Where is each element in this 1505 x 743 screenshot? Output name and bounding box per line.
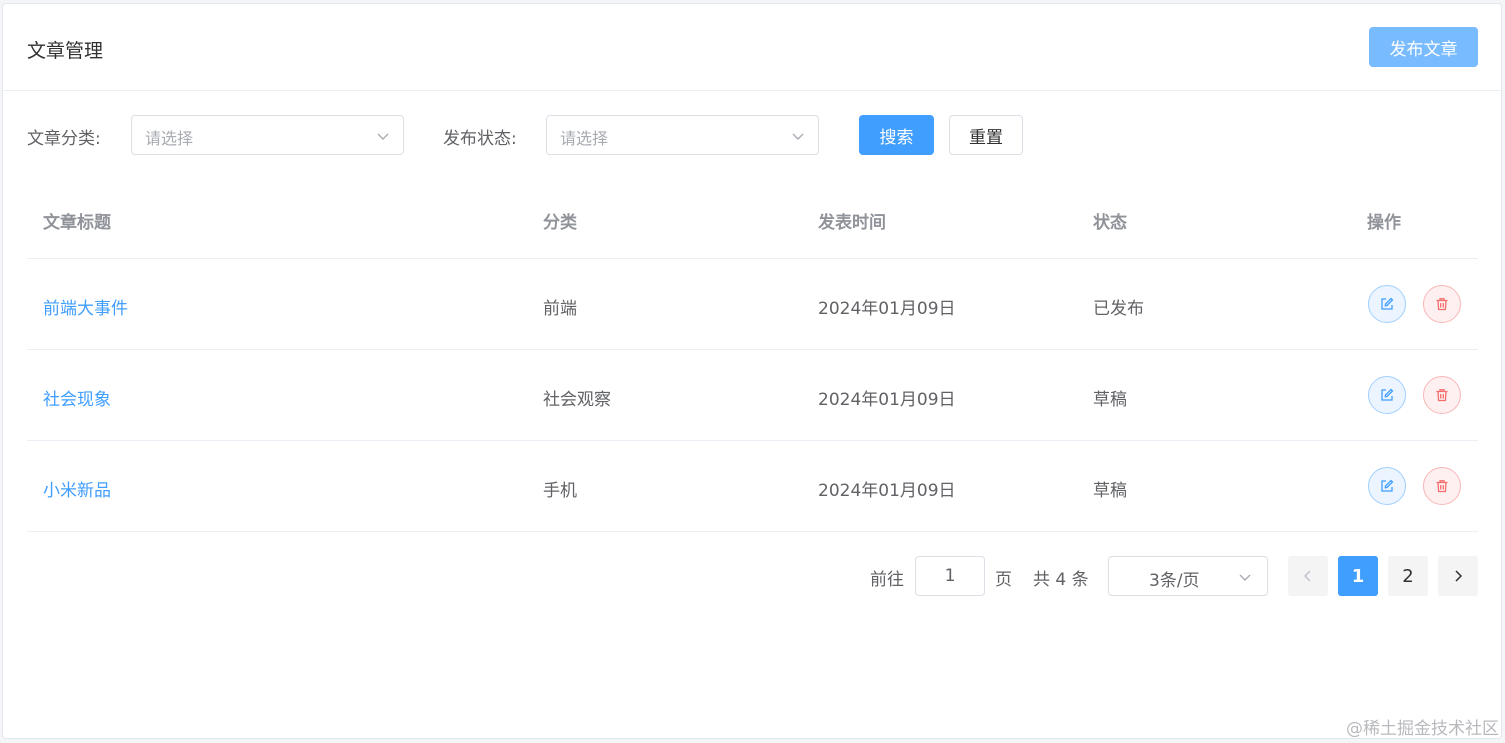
goto-label: 前往 <box>870 570 904 590</box>
page-suffix: 页 <box>995 570 1012 590</box>
article-title-link[interactable]: 前端大事件 <box>43 294 128 319</box>
page-size-value: 3条/页 <box>1149 571 1200 591</box>
filter-form: 文章分类: 请选择 发布状态: 请选择 搜索 重置 <box>27 115 1477 155</box>
publish-article-button[interactable]: 发布文章 <box>1369 27 1478 67</box>
status-label: 发布状态: <box>443 129 517 149</box>
edit-button[interactable] <box>1368 467 1406 505</box>
article-table: 文章标题 分类 发表时间 状态 操作 前端大事件 前端 2024年01月09日 … <box>27 174 1478 532</box>
article-category: 手机 <box>543 481 577 501</box>
category-select[interactable]: 请选择 <box>131 115 404 155</box>
trash-icon <box>1436 480 1448 493</box>
category-label: 文章分类: <box>27 129 101 149</box>
article-date: 2024年01月09日 <box>818 299 956 319</box>
page-1-button[interactable]: 1 <box>1338 556 1378 596</box>
page-title: 文章管理 <box>27 40 104 62</box>
watermark: @稀土掘金技术社区 <box>1346 719 1499 739</box>
article-title-link[interactable]: 小米新品 <box>43 476 111 501</box>
chevron-right-icon <box>1455 570 1463 582</box>
card-header: 文章管理 发布文章 <box>3 4 1501 91</box>
edit-icon <box>1381 297 1394 310</box>
trash-icon <box>1436 389 1448 402</box>
table-header: 文章标题 分类 发表时间 状态 操作 <box>27 174 1478 259</box>
search-button[interactable]: 搜索 <box>859 115 934 155</box>
table-row: 小米新品 手机 2024年01月09日 草稿 <box>27 441 1478 532</box>
table-row: 前端大事件 前端 2024年01月09日 已发布 <box>27 259 1478 350</box>
article-management-card: 文章管理 发布文章 文章分类: 请选择 发布状态: 请选择 搜索 重置 文章标题… <box>2 3 1502 739</box>
delete-button[interactable] <box>1423 467 1461 505</box>
pagination: 前往 1 页 共 4 条 3条/页 1 2 <box>3 555 1503 596</box>
column-header-title: 文章标题 <box>43 213 111 233</box>
table-row: 社会现象 社会观察 2024年01月09日 草稿 <box>27 350 1478 441</box>
trash-icon <box>1436 298 1448 311</box>
edit-icon <box>1381 388 1394 401</box>
edit-icon <box>1381 479 1394 492</box>
delete-button[interactable] <box>1423 376 1461 414</box>
page-2-button[interactable]: 2 <box>1388 556 1428 596</box>
goto-page-input[interactable]: 1 <box>915 556 985 596</box>
article-title-link[interactable]: 社会现象 <box>43 385 111 410</box>
column-header-actions: 操作 <box>1367 213 1401 233</box>
chevron-down-icon <box>1239 574 1251 581</box>
edit-button[interactable] <box>1368 376 1406 414</box>
page-size-select[interactable]: 3条/页 <box>1108 556 1268 596</box>
article-category: 前端 <box>543 299 577 319</box>
article-status: 草稿 <box>1093 390 1127 410</box>
prev-page-button[interactable] <box>1288 556 1328 596</box>
article-category: 社会观察 <box>543 390 611 410</box>
column-header-date: 发表时间 <box>818 213 886 233</box>
article-status: 草稿 <box>1093 481 1127 501</box>
delete-button[interactable] <box>1423 285 1461 323</box>
chevron-down-icon <box>377 133 389 140</box>
article-date: 2024年01月09日 <box>818 481 956 501</box>
reset-button[interactable]: 重置 <box>949 115 1023 155</box>
edit-button[interactable] <box>1368 285 1406 323</box>
column-header-category: 分类 <box>543 213 577 233</box>
column-header-status: 状态 <box>1093 213 1127 233</box>
status-select[interactable]: 请选择 <box>546 115 819 155</box>
article-status: 已发布 <box>1093 299 1144 319</box>
next-page-button[interactable] <box>1438 556 1478 596</box>
chevron-left-icon <box>1303 570 1311 582</box>
status-placeholder: 请选择 <box>560 129 609 148</box>
total-count: 共 4 条 <box>1033 570 1089 590</box>
chevron-down-icon <box>792 133 804 140</box>
category-placeholder: 请选择 <box>145 129 194 148</box>
article-date: 2024年01月09日 <box>818 390 956 410</box>
